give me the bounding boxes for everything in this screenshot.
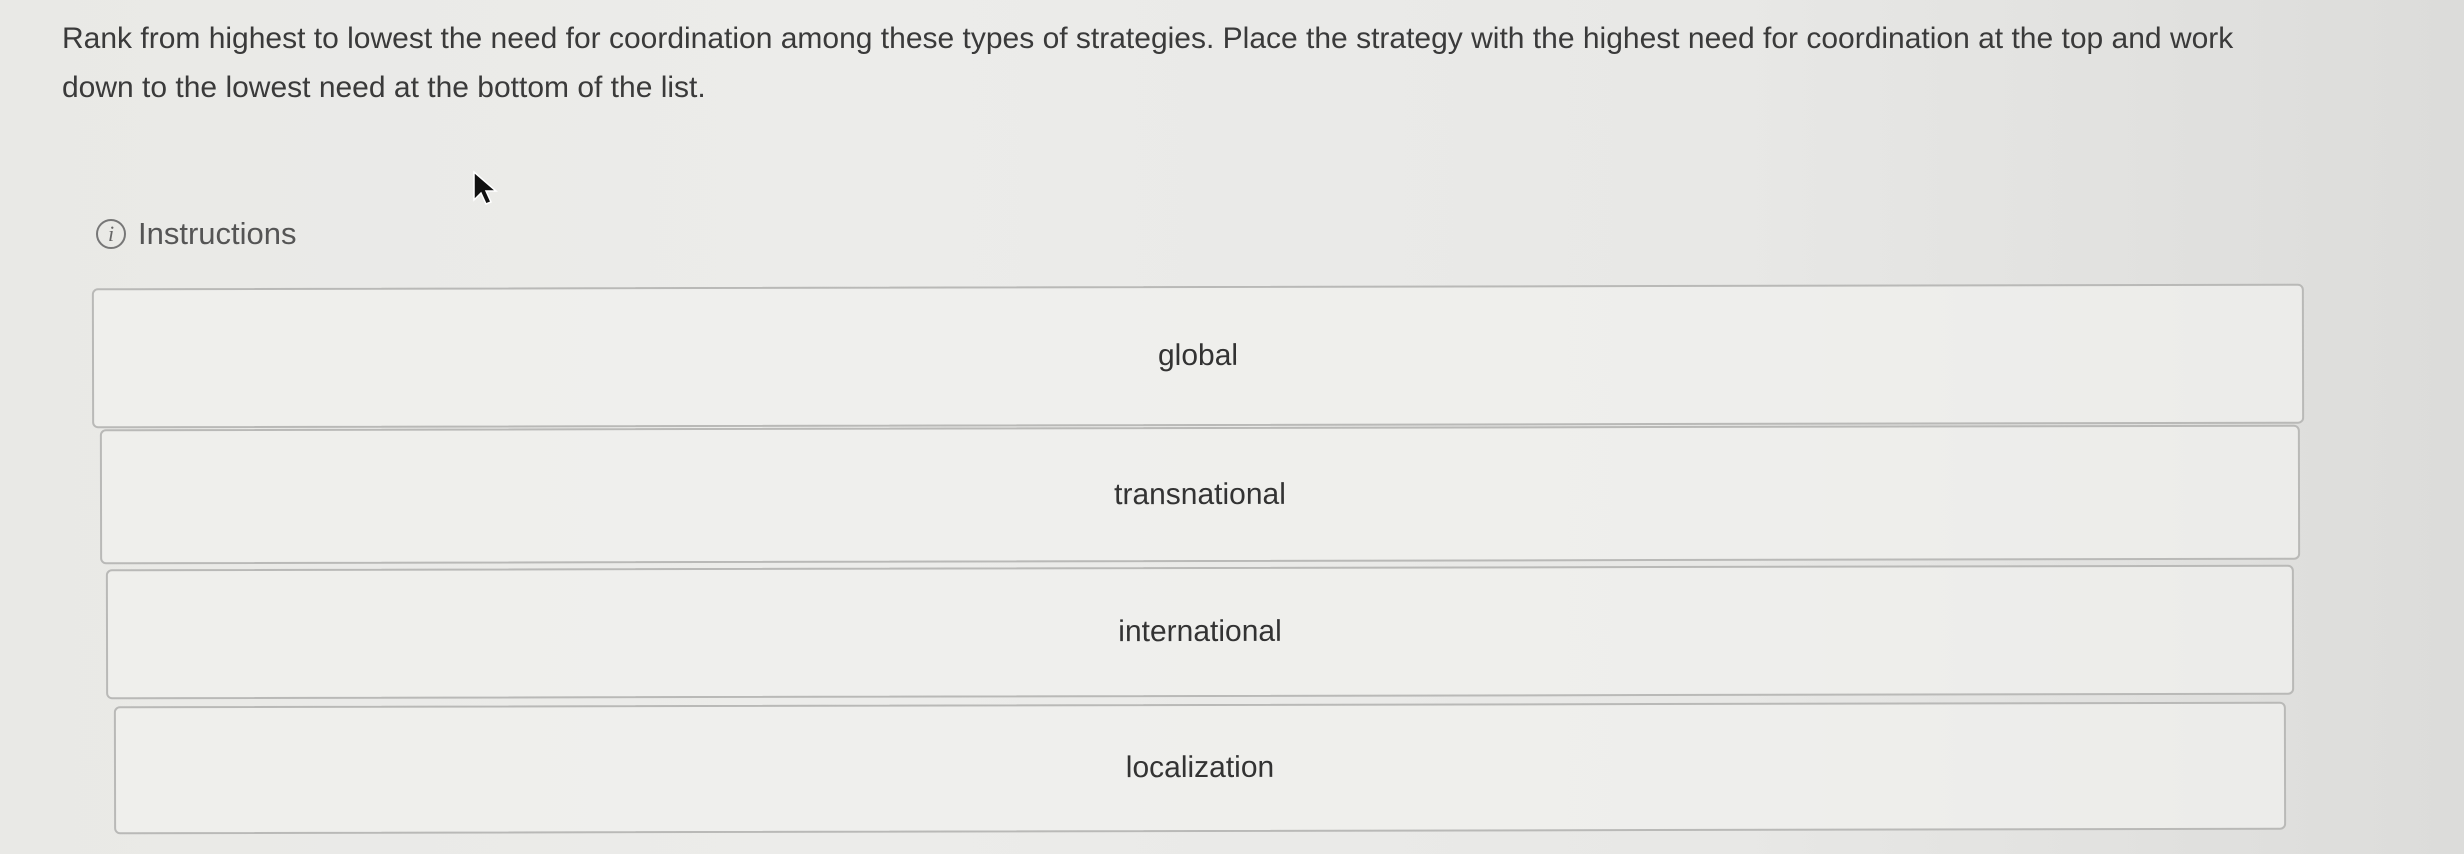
- rank-item-international[interactable]: international: [105, 564, 2295, 700]
- rank-item-localization[interactable]: localization: [113, 701, 2287, 835]
- ranking-question-page: Rank from highest to lowest the need for…: [0, 0, 2464, 854]
- rank-item-label: global: [1157, 338, 1239, 373]
- instructions-label: Instructions: [138, 216, 297, 251]
- mouse-cursor-icon: [473, 170, 498, 205]
- rank-item-label: transnational: [1114, 477, 1286, 511]
- instructions-toggle[interactable]: i Instructions: [96, 216, 297, 252]
- question-prompt: Rank from highest to lowest the need for…: [62, 22, 2234, 104]
- rank-item-label: international: [1118, 614, 1282, 649]
- rank-item-label: localization: [1125, 750, 1275, 785]
- info-icon: i: [96, 219, 126, 249]
- rank-item-transnational[interactable]: transnational: [99, 424, 2301, 565]
- rank-item-global[interactable]: global: [91, 283, 2305, 429]
